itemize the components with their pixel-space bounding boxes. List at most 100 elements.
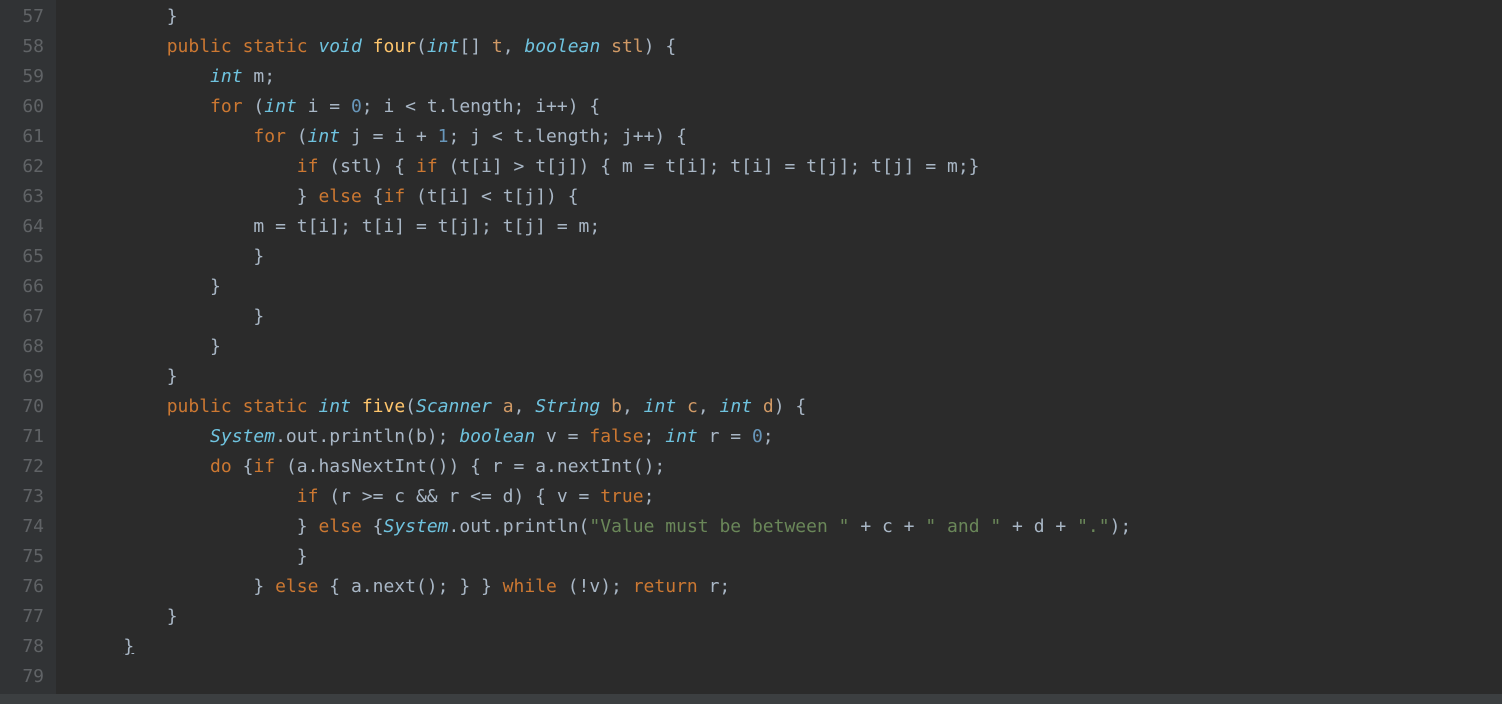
- code-editor[interactable]: 5758596061626364656667686970717273747576…: [0, 0, 1502, 704]
- code-line[interactable]: for (int i = 0; i < t.length; i++) {: [80, 92, 1502, 122]
- code-line[interactable]: } else { a.next(); } } while (!v); retur…: [80, 572, 1502, 602]
- line-number: 60: [8, 92, 44, 122]
- code-line[interactable]: m = t[i]; t[i] = t[j]; t[j] = m;: [80, 212, 1502, 242]
- code-token: v =: [535, 426, 589, 447]
- code-token: t: [492, 36, 503, 57]
- code-token: boolean: [524, 36, 600, 57]
- code-token: [232, 36, 243, 57]
- code-line[interactable]: if (stl) { if (t[i] > t[j]) { m = t[i]; …: [80, 152, 1502, 182]
- code-token: (!v);: [557, 576, 633, 597]
- code-token: int: [665, 426, 698, 447]
- code-token: 1: [438, 126, 449, 147]
- code-line[interactable]: }: [80, 362, 1502, 392]
- code-token: }: [123, 636, 134, 657]
- code-token: ; i < t.length; i++) {: [362, 96, 600, 117]
- code-token: System: [210, 426, 275, 447]
- code-token: + d +: [1001, 516, 1077, 537]
- code-line[interactable]: if (r >= c && r <= d) { v = true;: [80, 482, 1502, 512]
- code-token: int: [210, 66, 243, 87]
- code-token: 0: [351, 96, 362, 117]
- code-line[interactable]: }: [80, 272, 1502, 302]
- code-token: .out.println(b);: [275, 426, 459, 447]
- code-token: if: [297, 486, 319, 507]
- code-token: (: [405, 396, 416, 417]
- code-token: d: [763, 396, 774, 417]
- code-token: for: [253, 126, 286, 147]
- code-token: (t[i] > t[j]) { m = t[i]; t[i] = t[j]; t…: [438, 156, 980, 177]
- code-line[interactable]: } else {if (t[i] < t[j]) {: [80, 182, 1502, 212]
- code-token: false: [589, 426, 643, 447]
- code-token: (: [286, 126, 308, 147]
- code-line[interactable]: }: [80, 242, 1502, 272]
- code-token: if: [297, 156, 319, 177]
- code-token: while: [503, 576, 557, 597]
- line-number: 62: [8, 152, 44, 182]
- line-number: 72: [8, 452, 44, 482]
- code-line[interactable]: }: [80, 632, 1502, 662]
- code-token: "Value must be between ": [589, 516, 849, 537]
- code-token: [362, 36, 373, 57]
- code-token: else: [318, 516, 361, 537]
- code-token: }: [167, 366, 178, 387]
- code-token: [600, 36, 611, 57]
- code-line[interactable]: [80, 662, 1502, 692]
- code-line[interactable]: public static void four(int[] t, boolean…: [80, 32, 1502, 62]
- code-token: Scanner: [416, 396, 492, 417]
- line-number: 67: [8, 302, 44, 332]
- code-token: [600, 396, 611, 417]
- code-token: [308, 36, 319, 57]
- code-token: void: [318, 36, 361, 57]
- code-token: true: [600, 486, 643, 507]
- code-line[interactable]: }: [80, 602, 1502, 632]
- code-token: }: [210, 336, 221, 357]
- code-line[interactable]: System.out.println(b); boolean v = false…: [80, 422, 1502, 452]
- code-token: [752, 396, 763, 417]
- code-token: }: [297, 186, 319, 207]
- code-line[interactable]: }: [80, 332, 1502, 362]
- code-token: r;: [698, 576, 731, 597]
- code-token: []: [459, 36, 492, 57]
- code-token: ;: [763, 426, 774, 447]
- code-token: ) {: [644, 36, 677, 57]
- line-number: 75: [8, 542, 44, 572]
- line-number: 58: [8, 32, 44, 62]
- code-line[interactable]: }: [80, 2, 1502, 32]
- code-token: [308, 396, 319, 417]
- code-token: public: [167, 396, 232, 417]
- code-token: {: [362, 516, 384, 537]
- code-token: else: [318, 186, 361, 207]
- line-number-gutter: 5758596061626364656667686970717273747576…: [0, 0, 56, 704]
- line-number: 65: [8, 242, 44, 272]
- line-number: 57: [8, 2, 44, 32]
- code-token: [351, 396, 362, 417]
- code-token: System: [383, 516, 448, 537]
- code-token: if: [383, 186, 405, 207]
- code-line[interactable]: do {if (a.hasNextInt()) { r = a.nextInt(…: [80, 452, 1502, 482]
- code-line[interactable]: public static int five(Scanner a, String…: [80, 392, 1502, 422]
- code-token: (: [243, 96, 265, 117]
- line-number: 66: [8, 272, 44, 302]
- line-number: 73: [8, 482, 44, 512]
- code-line[interactable]: }: [80, 542, 1502, 572]
- code-token: j = i +: [340, 126, 438, 147]
- line-number: 63: [8, 182, 44, 212]
- code-token: stl: [611, 36, 644, 57]
- status-bar: [0, 694, 1502, 704]
- line-number: 71: [8, 422, 44, 452]
- code-text-area[interactable]: } public static void four(int[] t, boole…: [56, 0, 1502, 704]
- code-token: }: [210, 276, 221, 297]
- code-token: if: [416, 156, 438, 177]
- code-line[interactable]: int m;: [80, 62, 1502, 92]
- code-token: [232, 396, 243, 417]
- code-line[interactable]: for (int j = i + 1; j < t.length; j++) {: [80, 122, 1502, 152]
- code-token: ,: [503, 36, 525, 57]
- code-token: four: [373, 36, 416, 57]
- code-token: }: [297, 516, 319, 537]
- code-token: int: [720, 396, 753, 417]
- code-line[interactable]: } else {System.out.println("Value must b…: [80, 512, 1502, 542]
- code-token: a: [503, 396, 514, 417]
- line-number: 74: [8, 512, 44, 542]
- code-line[interactable]: }: [80, 302, 1502, 332]
- code-token: m = t[i]; t[i] = t[j]; t[j] = m;: [253, 216, 600, 237]
- line-number: 79: [8, 662, 44, 692]
